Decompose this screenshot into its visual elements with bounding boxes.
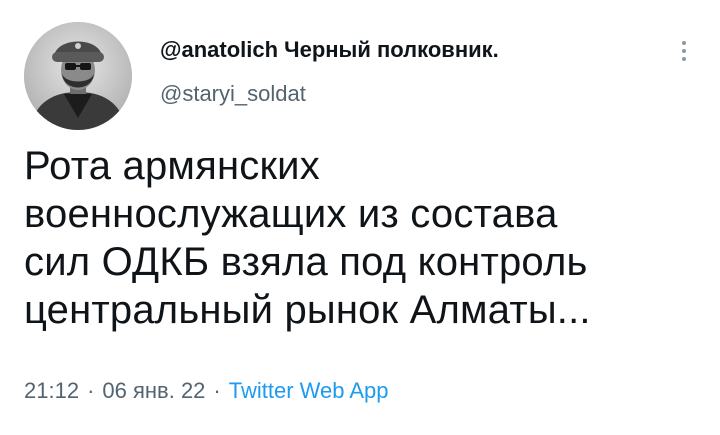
tweet-text-line: военнослужащих из состава xyxy=(24,192,558,236)
tweet-time[interactable]: 21:12 xyxy=(24,378,79,403)
tweet-text-line: Рота армянских xyxy=(24,144,320,188)
tweet-header: @anatolich Черный полковник. @staryi_sol… xyxy=(24,22,696,132)
tweet-text: Рота армянских военнослужащих из состава… xyxy=(24,142,696,334)
tweet-date[interactable]: 06 янв. 22 xyxy=(102,378,205,403)
meta-separator: · xyxy=(87,378,95,403)
tweet-source-link[interactable]: Twitter Web App xyxy=(229,378,389,403)
meta-separator: · xyxy=(213,378,221,403)
avatar[interactable] xyxy=(24,22,132,130)
tweet-text-line: сил ОДКБ взяла под контроль xyxy=(24,240,588,284)
author-names: @anatolich Черный полковник. @staryi_sol… xyxy=(160,35,640,109)
tweet-meta: 21:12 · 06 янв. 22 · Twitter Web App xyxy=(24,376,389,406)
tweet-text-line: центральный рынок Алматы... xyxy=(24,288,591,332)
tweet-card: @anatolich Черный полковник. @staryi_sol… xyxy=(0,0,720,435)
display-name[interactable]: @anatolich Черный полковник. xyxy=(160,35,640,65)
more-vertical-icon[interactable] xyxy=(672,36,696,66)
username[interactable]: @staryi_soldat xyxy=(160,79,640,109)
